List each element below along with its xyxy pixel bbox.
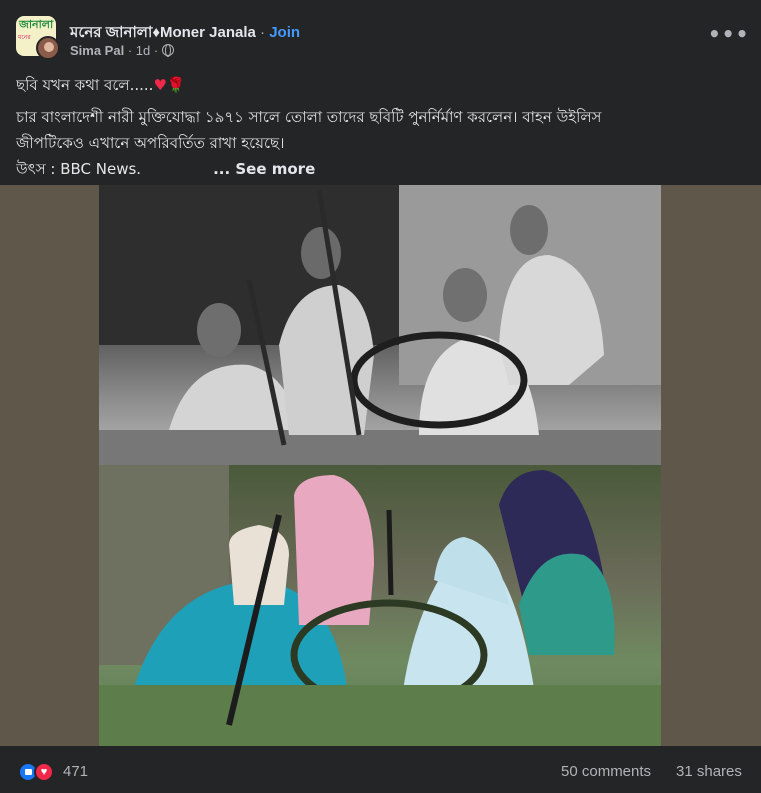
love-icon: ♥ [34, 762, 54, 782]
post-source-text: উৎস : BBC News. [16, 160, 142, 178]
heart-icon: ♥ [153, 76, 167, 94]
post-line-3: জীপটিকেও এখানে অপরিবর্তিত রাখা হয়েছে। [16, 134, 285, 152]
rose-icon: 🌹 [166, 76, 186, 94]
post-header: জানালা মনের মনের জানালা♦Moner Janala · J… [0, 0, 761, 68]
see-more-link[interactable]: ... See more [213, 160, 315, 178]
shares-count-link[interactable]: 31 shares [676, 763, 742, 780]
author-avatar[interactable] [36, 36, 60, 60]
photo-illustration [99, 185, 661, 746]
author-name-link[interactable]: Sima Pal [70, 43, 124, 58]
post-timestamp[interactable]: 1d [136, 43, 150, 58]
photo-container[interactable] [0, 185, 761, 746]
reaction-count[interactable]: 471 [63, 763, 88, 780]
post-line-2: চার বাংলাদেশী নারী মুক্তিযোদ্ধা ১৯৭১ সাল… [16, 108, 602, 126]
post-photo[interactable] [99, 185, 661, 746]
group-name-link[interactable]: মনের জানালা♦Moner Janala [70, 24, 256, 41]
more-options-button[interactable]: ••• [708, 24, 748, 52]
post-footer: ♥ 471 50 comments 31 shares [0, 747, 761, 793]
comments-count-link[interactable]: 50 comments [561, 763, 651, 780]
group-logo-text: জানালা [19, 18, 54, 31]
join-button[interactable]: Join [269, 24, 300, 41]
post-text: ছবি যখন কথা বলে..... [16, 76, 154, 94]
group-logo-subtext: মনের [18, 34, 31, 41]
facebook-post: জানালা মনের মনের জানালা♦Moner Janala · J… [0, 0, 761, 793]
post-meta: Sima Pal · 1d · [70, 43, 174, 58]
separator-dot: · [153, 43, 159, 58]
post-line-1: ছবি যখন কথা বলে.....♥🌹 [16, 72, 745, 98]
globe-icon [161, 44, 174, 57]
separator-dot: · [260, 24, 266, 41]
post-line-4: উৎস : BBC News. ... See more [16, 156, 745, 182]
post-body: ছবি যখন কথা বলে.....♥🌹 চার বাংলাদেশী নার… [16, 72, 745, 182]
separator-dot: · [127, 43, 133, 58]
